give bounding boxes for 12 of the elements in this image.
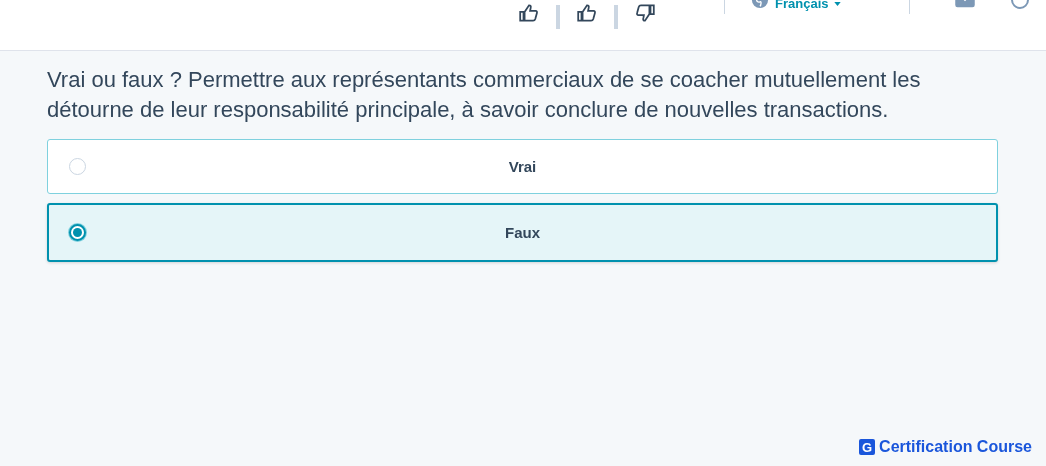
option-label: Vrai bbox=[507, 158, 538, 175]
question-text: Vrai ou faux ? Permettre aux représentants commerciaux de se coacher mutuellement les détourne de leur responsabilité principale, à savoir conclure de nouvelles transactions. bbox=[47, 66, 922, 124]
thumbs-down-icon[interactable] bbox=[634, 2, 656, 24]
thumbs-up-icon[interactable] bbox=[518, 2, 540, 24]
caret-icon bbox=[834, 2, 842, 6]
brand-name: Certification Course bbox=[879, 438, 1032, 456]
answer-option[interactable]: Vrai bbox=[47, 139, 998, 194]
thumbs-up-icon[interactable] bbox=[576, 2, 598, 24]
option-label: Faux bbox=[504, 224, 541, 241]
brand-logo: G bbox=[859, 439, 876, 455]
radio-button[interactable] bbox=[69, 224, 86, 241]
answer-option[interactable]: Faux bbox=[47, 203, 998, 262]
